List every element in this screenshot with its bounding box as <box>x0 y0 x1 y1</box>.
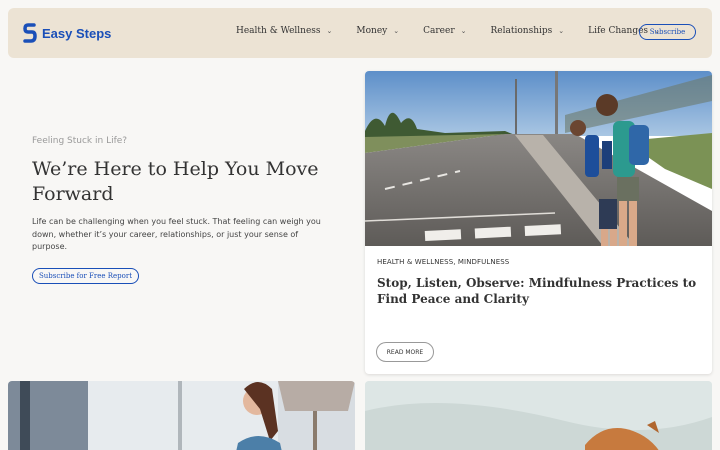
chevron-down-icon: ⌄ <box>393 27 400 35</box>
chevron-down-icon: ⌄ <box>460 27 467 35</box>
nav-money[interactable]: Money ⌄ <box>356 26 399 36</box>
brand-name: Easy Steps <box>42 25 112 41</box>
post-card-image[interactable] <box>8 381 355 450</box>
nav-label: Career <box>423 26 455 36</box>
site-header: Easy Steps Health & Wellness ⌄ Money ⌄ C… <box>8 8 712 58</box>
hero-title: We’re Here to Help You Move Forward <box>32 158 319 205</box>
cat-image <box>365 381 712 450</box>
post-card-image[interactable] <box>365 381 712 450</box>
featured-post-image[interactable] <box>365 71 712 246</box>
post-categories[interactable]: HEALTH & WELLNESS, MINDFULNESS <box>377 258 509 266</box>
main-nav: Health & Wellness ⌄ Money ⌄ Career ⌄ Rel… <box>236 26 660 36</box>
logo-s-icon <box>23 23 37 43</box>
hero-description: Life can be challenging when you feel st… <box>32 217 321 251</box>
featured-post-card: HEALTH & WELLNESS, MINDFULNESS Stop, Lis… <box>365 71 712 374</box>
subscribe-button[interactable]: Subscribe <box>639 24 696 40</box>
chevron-down-icon: ⌄ <box>558 27 565 35</box>
nav-career[interactable]: Career ⌄ <box>423 26 466 36</box>
chevron-down-icon: ⌄ <box>326 27 333 35</box>
post-title[interactable]: Stop, Listen, Observe: Mindfulness Pract… <box>377 275 697 307</box>
nav-label: Health & Wellness <box>236 26 321 36</box>
hero-eyebrow: Feeling Stuck in Life? <box>32 136 128 146</box>
read-more-button[interactable]: READ MORE <box>376 342 434 362</box>
nav-health-wellness[interactable]: Health & Wellness ⌄ <box>236 26 332 36</box>
subscribe-free-report-button[interactable]: Subscribe for Free Report <box>32 268 139 284</box>
nav-relationships[interactable]: Relationships ⌄ <box>491 26 565 36</box>
nav-label: Relationships <box>490 26 553 36</box>
woman-meditating-image <box>8 381 355 450</box>
nav-label: Money <box>356 26 388 36</box>
site-logo[interactable]: Easy Steps <box>23 23 111 43</box>
